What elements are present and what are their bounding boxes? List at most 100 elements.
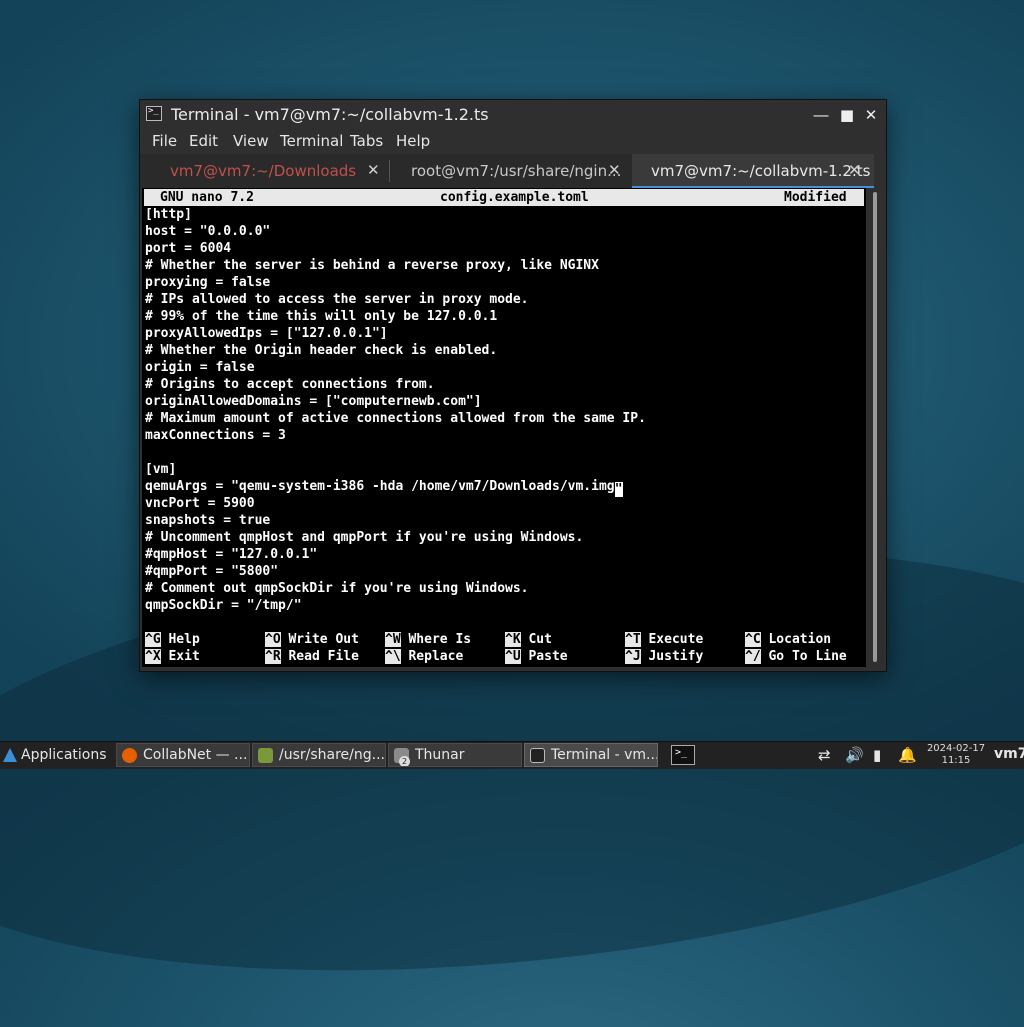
- shortcut-key: ^\: [385, 649, 401, 664]
- shortcut-exit: ^X Exit: [145, 648, 200, 665]
- editor-line: # 99% of the time this will only be 127.…: [145, 309, 498, 324]
- shortcut-help: ^G Help: [145, 631, 200, 648]
- task-label: CollabNet — ...: [143, 747, 248, 763]
- tab-nginx[interactable]: root@vm7:/usr/share/ngin... ✕: [390, 154, 631, 188]
- terminal-window[interactable]: Terminal - vm7@vm7:~/collabvm-1.2.ts ― ■…: [139, 99, 887, 672]
- editor-line: maxConnections = 3: [145, 428, 286, 443]
- tab-collabvm[interactable]: vm7@vm7:~/collabvm-1.2.ts ✕: [632, 154, 874, 188]
- editor-line: proxying = false: [145, 275, 271, 290]
- shortcut-key: ^T: [625, 632, 641, 647]
- shortcut-label: Write Out: [288, 632, 359, 647]
- editor-line: # Maximum amount of active connections a…: [145, 411, 646, 426]
- nano-version: GNU nano 7.2: [160, 190, 254, 205]
- shortcut-label: Go To Line: [768, 649, 847, 664]
- nano-status: Modified: [784, 190, 847, 205]
- editor-line: origin = false: [145, 360, 255, 375]
- shortcut-label: Read File: [288, 649, 359, 664]
- editor-line: [http]: [145, 207, 192, 222]
- shortcut-key: ^O: [265, 632, 281, 647]
- title-bar[interactable]: Terminal - vm7@vm7:~/collabvm-1.2.ts ― ■…: [140, 100, 886, 130]
- task-text-editor[interactable]: /usr/share/ng...: [252, 743, 386, 767]
- menu-edit[interactable]: Edit: [189, 132, 218, 150]
- menu-tabs[interactable]: Tabs: [350, 132, 383, 150]
- terminal-view[interactable]: GNU nano 7.2 config.example.toml Modifie…: [142, 188, 866, 667]
- volume-icon[interactable]: 🔊: [845, 746, 864, 764]
- editor-line: # Uncomment qmpHost and qmpPort if you'r…: [145, 530, 584, 545]
- applications-menu[interactable]: Applications: [2, 744, 114, 767]
- editor-line: [vm]: [145, 462, 177, 477]
- shortcut-label: Justify: [648, 649, 704, 664]
- shortcut-read-file: ^R Read File: [265, 648, 359, 665]
- shortcut-label: Cut: [528, 632, 552, 647]
- shortcut-key: ^R: [265, 649, 281, 664]
- menu-terminal[interactable]: Terminal: [280, 132, 343, 150]
- tab-label: root@vm7:/usr/share/ngin...: [411, 162, 622, 180]
- maximize-button[interactable]: ■: [836, 104, 858, 126]
- shortcut-key: ^W: [385, 632, 401, 647]
- shortcut-replace: ^\ Replace: [385, 648, 463, 665]
- user-menu[interactable]: vm7: [994, 746, 1024, 762]
- shortcut-key: ^C: [745, 632, 761, 647]
- clock[interactable]: 2024-02-17 11:15: [922, 743, 990, 767]
- menu-file[interactable]: File: [152, 132, 177, 150]
- tab-close-icon[interactable]: ✕: [367, 161, 380, 179]
- editor-line: # Whether the server is behind a reverse…: [145, 258, 599, 273]
- terminal-launcher-icon[interactable]: >_: [671, 745, 695, 765]
- editor-line: vncPort = 5900: [145, 496, 255, 511]
- nano-filename: config.example.toml: [440, 190, 589, 205]
- shortcut-go-to-line: ^/ Go To Line: [745, 648, 847, 665]
- tab-downloads[interactable]: vm7@vm7:~/Downloads ✕: [140, 154, 389, 188]
- taskbar: Applications CollabNet — ... /usr/share/…: [0, 741, 1024, 769]
- clock-date: 2024-02-17: [926, 743, 986, 754]
- menu-view[interactable]: View: [233, 132, 269, 150]
- task-firefox[interactable]: CollabNet — ...: [116, 743, 250, 767]
- shortcut-label: Where Is: [408, 632, 472, 647]
- tab-close-icon[interactable]: ✕: [608, 161, 621, 179]
- editor-line: # Whether the Origin header check is ena…: [145, 343, 498, 358]
- shortcut-paste: ^U Paste: [505, 648, 568, 665]
- editor-line: host = "0.0.0.0": [145, 224, 271, 239]
- terminal-icon: [530, 748, 545, 763]
- task-thunar[interactable]: 2 Thunar: [388, 743, 522, 767]
- editor-line: # Origins to accept connections from.: [145, 377, 435, 392]
- shortcut-key: ^J: [625, 649, 641, 664]
- window-title: Terminal - vm7@vm7:~/collabvm-1.2.ts: [171, 105, 489, 124]
- shortcut-key: ^U: [505, 649, 521, 664]
- clock-time: 11:15: [941, 755, 971, 766]
- shortcut-key: ^K: [505, 632, 521, 647]
- shortcut-label: Help: [168, 632, 200, 647]
- tab-label: vm7@vm7:~/Downloads: [170, 162, 357, 180]
- close-button[interactable]: ✕: [860, 104, 882, 126]
- editor-line: #qmpPort = "5800": [145, 564, 279, 579]
- notification-bell-icon[interactable]: 🔔: [898, 746, 917, 764]
- window-count-badge: 2: [399, 756, 410, 766]
- tab-close-icon[interactable]: ✕: [848, 161, 861, 179]
- shortcut-label: Execute: [648, 632, 704, 647]
- shortcut-write-out: ^O Write Out: [265, 631, 359, 648]
- task-label: /usr/share/ng...: [279, 747, 385, 763]
- editor-line: snapshots = true: [145, 513, 271, 528]
- terminal-scrollbar[interactable]: [868, 190, 882, 665]
- editor-line: qmpSockDir = "/tmp/": [145, 598, 302, 613]
- tab-bar: vm7@vm7:~/Downloads ✕ root@vm7:/usr/shar…: [140, 154, 874, 188]
- minimize-button[interactable]: ―: [810, 104, 832, 126]
- battery-icon[interactable]: ▮: [873, 746, 881, 764]
- editor-line: proxyAllowedIps = ["127.0.0.1"]: [145, 326, 388, 341]
- shortcut-label: Location: [768, 632, 832, 647]
- shortcut-label: Replace: [408, 649, 464, 664]
- network-icon[interactable]: ⇄: [818, 746, 831, 764]
- nano-title-bar: GNU nano 7.2 config.example.toml Modifie…: [144, 189, 864, 206]
- text-cursor: ": [614, 482, 623, 497]
- shortcut-location: ^C Location: [745, 631, 831, 648]
- scrollbar-thumb[interactable]: [873, 192, 877, 662]
- editor-line: # Comment out qmpSockDir if you're using…: [145, 581, 529, 596]
- applications-label: Applications: [21, 747, 107, 763]
- shortcut-label: Paste: [528, 649, 568, 664]
- shortcut-key: ^X: [145, 649, 161, 664]
- tab-label: vm7@vm7:~/collabvm-1.2.ts: [651, 162, 871, 180]
- editor-line-text: qemuArgs = "qemu-system-i386 -hda /home/…: [145, 479, 615, 494]
- text-editor-icon: [258, 748, 273, 763]
- menu-help[interactable]: Help: [396, 132, 430, 150]
- shortcut-key: ^/: [745, 649, 761, 664]
- task-terminal[interactable]: Terminal - vm...: [524, 743, 658, 767]
